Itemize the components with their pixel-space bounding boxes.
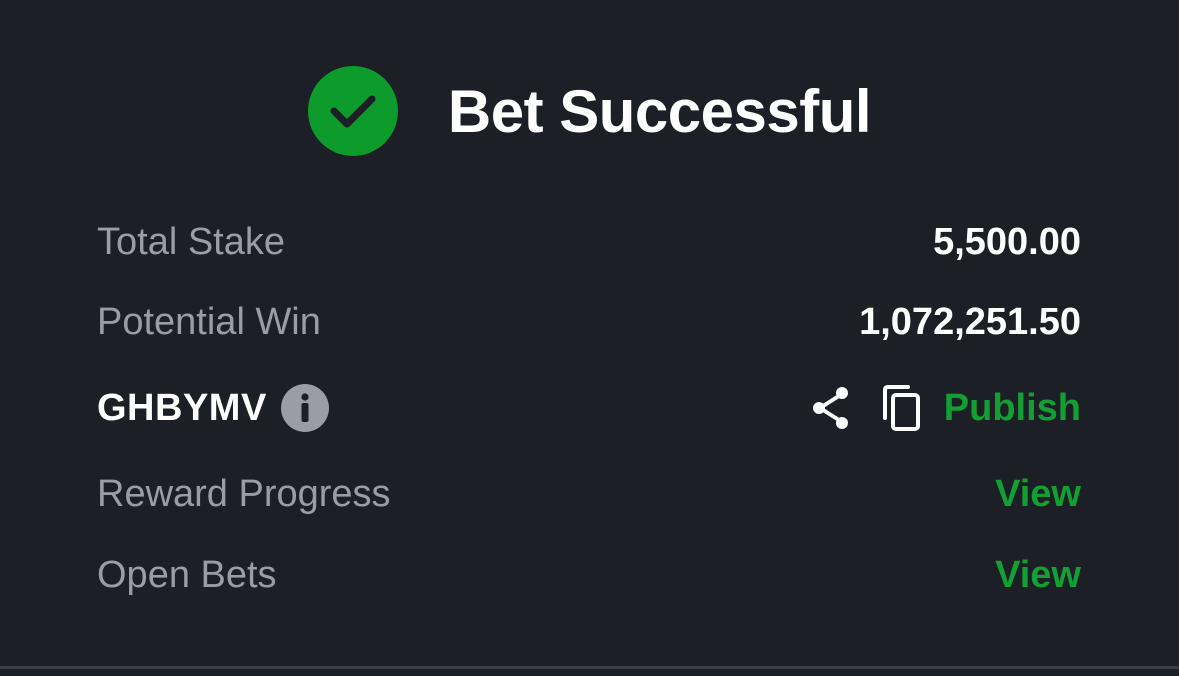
booking-code: GHBYMV [97, 386, 267, 429]
page-title: Bet Successful [447, 77, 872, 145]
potential-win-label: Potential Win [97, 300, 321, 343]
open-bets-view-link[interactable]: View [995, 554, 1081, 597]
info-icon[interactable] [280, 384, 329, 432]
share-icon[interactable] [808, 383, 854, 433]
potential-win-value: 1,072,251.50 [859, 300, 1081, 343]
booking-code-group: GHBYMV [97, 384, 329, 432]
total-stake-row: Total Stake 5,500.00 [97, 214, 1081, 270]
success-header: Bet Successful [0, 66, 1179, 156]
reward-progress-row: Reward Progress View [97, 466, 1081, 522]
open-bets-row: Open Bets View [97, 547, 1081, 603]
booking-code-row: GHBYMV Publish [97, 380, 1081, 436]
bet-success-panel: Bet Successful Total Stake 5,500.00 Pote… [0, 0, 1179, 676]
divider [0, 666, 1179, 669]
open-bets-label: Open Bets [97, 553, 277, 596]
reward-progress-view-link[interactable]: View [995, 473, 1081, 516]
booking-actions: Publish [808, 383, 1081, 433]
publish-button[interactable]: Publish [944, 387, 1081, 430]
check-circle-icon [307, 66, 398, 156]
total-stake-value: 5,500.00 [933, 220, 1081, 263]
copy-icon[interactable] [878, 383, 924, 433]
total-stake-label: Total Stake [97, 220, 285, 263]
potential-win-row: Potential Win 1,072,251.50 [97, 294, 1081, 350]
reward-progress-label: Reward Progress [97, 472, 391, 515]
